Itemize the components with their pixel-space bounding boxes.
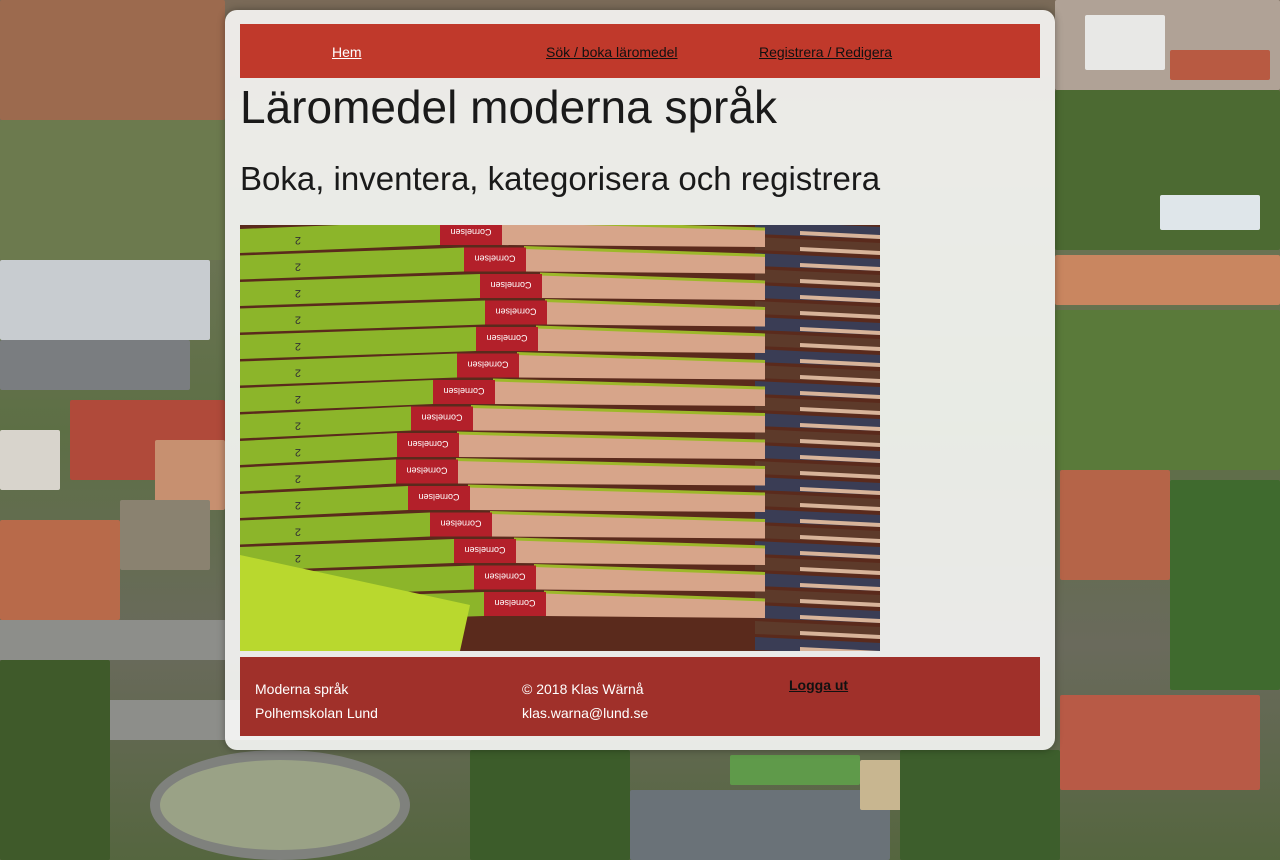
svg-text:Cornelsen: Cornelsen <box>418 492 459 502</box>
svg-text:2: 2 <box>295 234 301 246</box>
site-footer: Moderna språk Polhemskolan Lund © 2018 K… <box>240 657 1040 736</box>
footer-copyright: © 2018 Klas Wärnå <box>522 681 644 697</box>
svg-text:2: 2 <box>295 261 301 273</box>
footer-school: Polhemskolan Lund <box>255 705 378 721</box>
svg-text:2: 2 <box>295 367 301 379</box>
svg-text:Cornelsen: Cornelsen <box>467 360 508 370</box>
svg-text:2: 2 <box>295 314 301 326</box>
page-subtitle: Boka, inventera, kategorisera och regist… <box>240 160 881 197</box>
hero-image-book-stack: Cornelsen 2 Cornelsen 2 Cornelsen 2 Cornelsen 2… <box>240 225 880 651</box>
nav-link-home[interactable]: Hem <box>332 44 362 60</box>
svg-text:Cornelsen: Cornelsen <box>494 598 535 608</box>
svg-text:Cornelsen: Cornelsen <box>421 413 462 423</box>
nav-link-search-book[interactable]: Sök / boka läromedel <box>546 44 678 60</box>
footer-contact: © 2018 Klas Wärnå klas.warna@lund.se <box>522 677 648 725</box>
footer-email: klas.warna@lund.se <box>522 705 649 721</box>
svg-text:Cornelsen: Cornelsen <box>486 333 527 343</box>
svg-text:2: 2 <box>295 552 301 564</box>
svg-text:2: 2 <box>295 393 301 405</box>
svg-text:2: 2 <box>295 287 301 299</box>
svg-text:Cornelsen: Cornelsen <box>450 227 491 237</box>
svg-text:Cornelsen: Cornelsen <box>440 519 481 529</box>
svg-text:Cornelsen: Cornelsen <box>474 254 515 264</box>
svg-text:2: 2 <box>295 526 301 538</box>
main-nav: Hem Sök / boka läromedel Registrera / Re… <box>240 24 1040 78</box>
book-stack-illustration: Cornelsen 2 Cornelsen 2 Cornelsen 2 Cornelsen 2… <box>240 225 880 651</box>
svg-text:Cornelsen: Cornelsen <box>490 280 531 290</box>
svg-text:Cornelsen: Cornelsen <box>407 439 448 449</box>
nav-link-register-edit[interactable]: Registrera / Redigera <box>759 44 892 60</box>
footer-subject: Moderna språk <box>255 681 349 697</box>
svg-text:Cornelsen: Cornelsen <box>484 572 525 582</box>
svg-text:Cornelsen: Cornelsen <box>443 386 484 396</box>
page-title: Läromedel moderna språk <box>240 81 777 133</box>
logout-link[interactable]: Logga ut <box>789 677 848 693</box>
svg-text:2: 2 <box>295 420 301 432</box>
svg-text:2: 2 <box>295 473 301 485</box>
footer-school-info: Moderna språk Polhemskolan Lund <box>255 677 378 725</box>
svg-text:Cornelsen: Cornelsen <box>406 466 447 476</box>
svg-text:2: 2 <box>295 340 301 352</box>
svg-text:2: 2 <box>295 499 301 511</box>
svg-text:Cornelsen: Cornelsen <box>495 307 536 317</box>
svg-text:Cornelsen: Cornelsen <box>464 545 505 555</box>
svg-text:2: 2 <box>295 446 301 458</box>
